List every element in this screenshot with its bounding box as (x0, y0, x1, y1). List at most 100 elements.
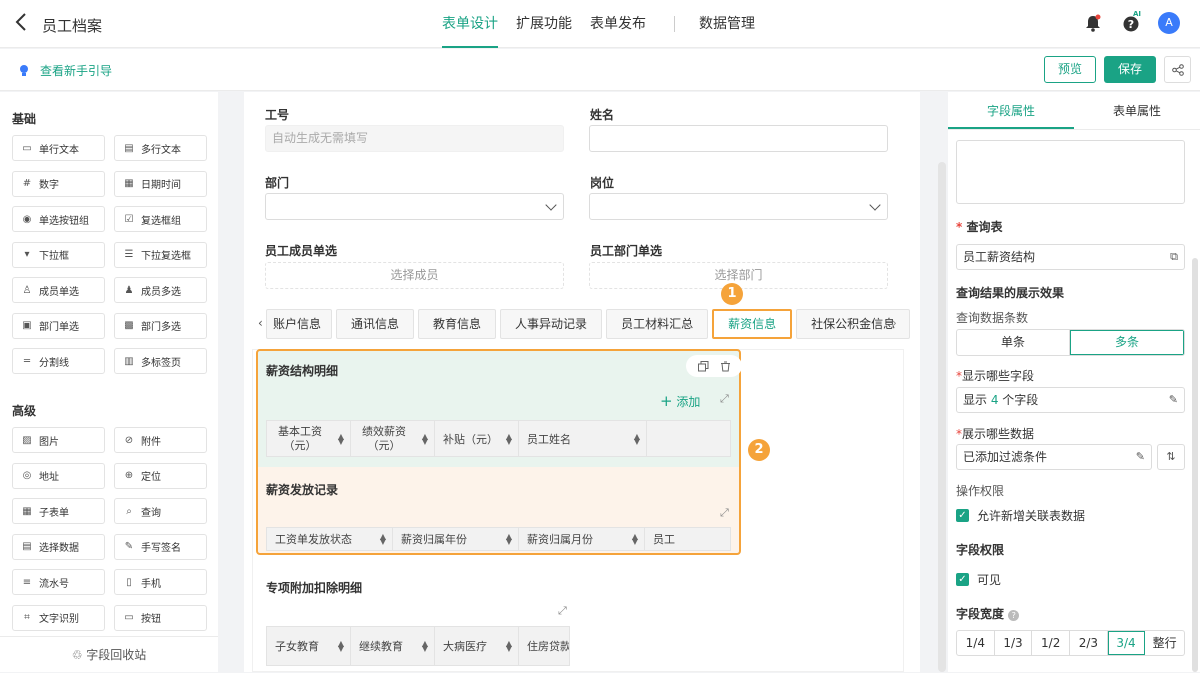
count-multiple[interactable]: 多条 (1070, 330, 1184, 355)
nav-data-management[interactable]: 数据管理 (699, 0, 755, 48)
palette-item[interactable]: ▨ 图片 (12, 427, 105, 453)
palette-item[interactable]: ⌕ 查询 (114, 498, 207, 524)
tabs-next-icon[interactable]: › (892, 316, 897, 330)
width-option[interactable]: 2/3 (1070, 631, 1108, 655)
member-picker[interactable]: 选择成员 (265, 262, 564, 289)
palette-item[interactable]: ☰ 下拉复选框 (114, 241, 207, 268)
palette-item[interactable]: ▾ 下拉框 (12, 241, 105, 268)
tab-hr-changes[interactable]: 人事异动记录 (500, 309, 603, 339)
guide-link[interactable]: 查看新手引导 (18, 62, 112, 79)
expand-icon[interactable]: ⤢ (558, 604, 567, 618)
edit-icon[interactable]: ✎ (1136, 445, 1145, 469)
tab-education[interactable]: 教育信息 (418, 309, 497, 339)
palette-item[interactable]: ▦ 日期时间 (114, 170, 207, 197)
palette-item[interactable]: ▤ 选择数据 (12, 533, 105, 560)
help-ai-icon[interactable]: ? AI (1120, 10, 1142, 34)
nav-extensions[interactable]: 扩展功能 (516, 0, 572, 48)
position-select[interactable] (589, 193, 888, 220)
recycle-label: 字段回收站 (86, 648, 147, 662)
nav-form-design[interactable]: 表单设计 (442, 0, 498, 48)
width-option[interactable]: 整行 (1145, 631, 1184, 655)
palette-item[interactable]: ◉ 单选按钮组 (12, 206, 105, 232)
fields-selector[interactable]: 显示 4 个字段 ✎ (956, 387, 1185, 413)
palette-item[interactable]: ▣ 部门单选 (12, 312, 105, 339)
query-table-label: * 查询表 (956, 220, 1003, 234)
column-header[interactable]: 子女教育 ▲ ▼ (267, 627, 351, 665)
column-header[interactable]: 继续教育 ▲ ▼ (351, 627, 435, 665)
column-header[interactable]: 基本工资（元） ▲ ▼ (267, 421, 351, 456)
description-textarea[interactable] (956, 140, 1185, 204)
column-header[interactable]: 补贴（元） ▲ ▼ (435, 421, 519, 456)
palette-item[interactable]: ▤ 多行文本 (114, 135, 207, 161)
palette-item[interactable]: ≡ 流水号 (12, 569, 105, 595)
expand-icon[interactable]: ⤢ (720, 392, 729, 406)
tab-account[interactable]: 账户信息 (266, 309, 333, 339)
data-filter-field[interactable]: 已添加过滤条件 ✎ (956, 444, 1152, 470)
edit-icon[interactable]: ✎ (1169, 388, 1178, 412)
add-row-button[interactable]: + 添加 (660, 392, 700, 410)
bell-icon[interactable] (1082, 12, 1104, 34)
column-header[interactable]: 薪资归属月份 ▲ ▼ (519, 528, 645, 550)
palette-item[interactable]: ▯ 手机 (114, 569, 207, 595)
display-effect-title: 查询结果的展示效果 (956, 286, 1065, 300)
palette-item[interactable]: ♟ 成员多选 (114, 277, 207, 303)
width-option[interactable]: 1/4 (957, 631, 995, 655)
name-field[interactable] (589, 125, 888, 152)
palette-item[interactable]: ◎ 地址 (12, 462, 105, 489)
width-option[interactable]: 1/2 (1032, 631, 1071, 655)
count-single[interactable]: 单条 (957, 330, 1071, 355)
visible-checkbox[interactable]: ✓ 可见 (956, 571, 1001, 588)
tab-field-properties[interactable]: 字段属性 (948, 92, 1074, 129)
palette-item[interactable]: ✎ 手写签名 (114, 533, 207, 560)
visible-label: 可见 (977, 573, 1002, 587)
column-header[interactable]: 员工姓名 ▲ ▼ (519, 421, 647, 456)
fields-label-text: 显示哪些字段 (962, 369, 1035, 383)
tab-form-properties[interactable]: 表单属性 (1074, 92, 1200, 129)
palette-item[interactable]: ☑ 复选框组 (114, 206, 207, 232)
palette-item[interactable]: ⌗ 文字识别 (12, 604, 105, 631)
column-header[interactable]: 员工 (645, 528, 730, 550)
column-header[interactable]: 大病医疗 ▲ ▼ (435, 627, 519, 665)
palette-item[interactable]: ═ 分割线 (12, 348, 105, 374)
query-table-field[interactable]: 员工薪资结构 ⧉ (956, 244, 1185, 270)
palette-item[interactable]: ▥ 多标签页 (114, 348, 207, 374)
width-option[interactable]: 1/3 (995, 631, 1033, 655)
palette-item[interactable]: ⊘ 附件 (114, 427, 207, 453)
data-label: *展示哪些数据 (956, 427, 1035, 441)
palette-item[interactable]: ♙ 成员单选 (12, 277, 105, 303)
delete-icon[interactable] (720, 361, 731, 372)
copy-icon[interactable] (697, 360, 709, 372)
back-arrow-icon[interactable] (14, 12, 28, 36)
link-icon[interactable]: ⧉ (1170, 245, 1178, 269)
palette-item[interactable]: ▭ 按钮 (114, 604, 207, 631)
palette-item[interactable]: ⊕ 定位 (114, 462, 207, 489)
user-avatar[interactable]: A (1158, 12, 1180, 34)
allow-add-checkbox[interactable]: ✓ 允许新增关联表数据 (956, 507, 1085, 524)
field-recycle-bin[interactable]: ♲ 字段回收站 (0, 636, 218, 672)
sort-order-icon[interactable]: ⇅ (1157, 444, 1185, 470)
department-select[interactable] (265, 193, 564, 220)
column-header[interactable]: 工资单发放状态 ▲ ▼ (267, 528, 393, 550)
share-button[interactable] (1164, 56, 1191, 83)
employee-id-field[interactable]: 自动生成无需填写 (265, 125, 564, 152)
width-option[interactable]: 3/4 (1107, 631, 1146, 655)
properties-scrollbar[interactable] (1192, 258, 1198, 672)
tab-materials[interactable]: 员工材料汇总 (606, 309, 709, 339)
column-header[interactable]: 住房贷款 (519, 627, 569, 665)
column-header[interactable]: 绩效薪资（元） ▲ ▼ (351, 421, 435, 456)
preview-button[interactable]: 预览 (1044, 56, 1096, 83)
properties-panel: 字段属性 表单属性 * 查询表 员工薪资结构 ⧉ 查询结果的展示效果 查询数据条… (948, 92, 1200, 672)
tabs-prev-icon[interactable]: ‹ (258, 316, 263, 330)
nav-publish[interactable]: 表单发布 (590, 0, 646, 48)
canvas-scrollbar[interactable] (938, 162, 946, 672)
palette-item[interactable]: ▦ 子表单 (12, 498, 105, 524)
save-button[interactable]: 保存 (1104, 56, 1156, 83)
tab-contact[interactable]: 通讯信息 (336, 309, 415, 339)
expand-icon[interactable]: ⤢ (720, 506, 729, 520)
tab-salary[interactable]: 薪资信息 (712, 309, 793, 339)
palette-item[interactable]: # 数字 (12, 170, 105, 197)
palette-item[interactable]: ▩ 部门多选 (114, 312, 207, 339)
palette-item[interactable]: ▭ 单行文本 (12, 135, 105, 161)
column-header[interactable]: 薪资归属年份 ▲ ▼ (393, 528, 519, 550)
department-icon: ▣ (22, 320, 32, 331)
